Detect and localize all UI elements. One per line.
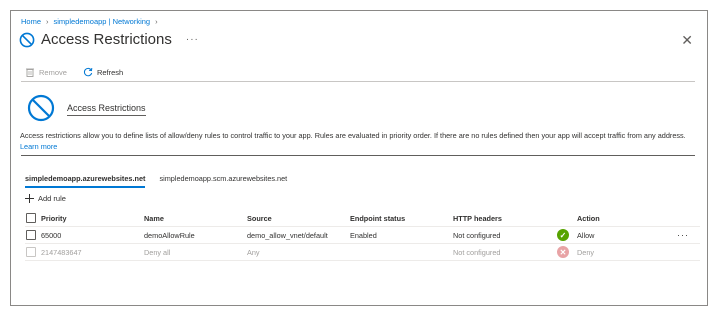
cell-name: demoAllowRule [144, 230, 195, 240]
divider [21, 155, 695, 156]
cell-source: Any [247, 247, 260, 257]
description-text: Access restrictions allow you to define … [20, 131, 686, 140]
cell-name: Deny all [144, 247, 171, 257]
hero-section: Access Restrictions [27, 94, 146, 122]
breadcrumb: Home › simpledemoapp | Networking › [21, 17, 158, 26]
refresh-icon [83, 67, 93, 77]
breadcrumb-home[interactable]: Home [21, 17, 41, 26]
cell-endpoint-status: Enabled [350, 230, 377, 240]
cell-action: Deny [577, 247, 595, 257]
table-row[interactable]: 65000 demoAllowRule demo_allow_vnet/defa… [25, 227, 700, 244]
chevron-right-icon: › [155, 17, 158, 26]
page-title: Access Restrictions [41, 31, 172, 48]
header-http-headers[interactable]: HTTP headers [453, 210, 502, 226]
tab-bar: simpledemoapp.azurewebsites.net simplede… [25, 174, 287, 188]
section-title: Access Restrictions [67, 103, 146, 116]
rules-table: Priority Name Source Endpoint status HTT… [25, 210, 700, 261]
more-options-icon[interactable]: ··· [677, 227, 689, 243]
header-name[interactable]: Name [144, 210, 164, 226]
blade-panel: Home › simpledemoapp | Networking › Acce… [10, 10, 708, 306]
tab-scm-site[interactable]: simpledemoapp.scm.azurewebsites.net [159, 174, 287, 188]
refresh-button[interactable]: Refresh [97, 68, 123, 77]
chevron-right-icon: › [46, 17, 49, 26]
more-options-icon[interactable]: ··· [186, 34, 199, 45]
blocked-icon [27, 94, 55, 122]
header-endpoint-status[interactable]: Endpoint status [350, 210, 405, 226]
toolbar: Remove Refresh [25, 67, 123, 77]
learn-more-link[interactable]: Learn more [20, 142, 57, 151]
header-action[interactable]: Action [577, 210, 600, 226]
title-bar: Access Restrictions ··· [19, 31, 199, 48]
add-rule-button[interactable]: Add rule [25, 194, 66, 203]
header-source[interactable]: Source [247, 210, 272, 226]
cell-source: demo_allow_vnet/default [247, 230, 328, 240]
divider [21, 81, 695, 82]
cell-action: Allow [577, 230, 595, 240]
cell-priority: 2147483647 [41, 247, 82, 257]
blocked-icon [19, 32, 35, 47]
row-checkbox[interactable] [26, 230, 36, 240]
check-icon: ✓ [557, 229, 569, 241]
trash-icon [26, 68, 34, 77]
x-icon: ✕ [557, 246, 569, 258]
plus-icon [25, 194, 34, 203]
add-rule-label: Add rule [38, 194, 66, 203]
description: Access restrictions allow you to define … [20, 131, 702, 152]
close-icon[interactable]: ✕ [681, 33, 693, 47]
tab-main-site[interactable]: simpledemoapp.azurewebsites.net [25, 174, 146, 188]
row-checkbox [26, 247, 36, 257]
breadcrumb-networking[interactable]: simpledemoapp | Networking [54, 17, 151, 26]
cell-http-headers: Not configured [453, 247, 501, 257]
table-row[interactable]: 2147483647 Deny all Any Not configured ✕… [25, 244, 700, 261]
table-header-row: Priority Name Source Endpoint status HTT… [25, 210, 700, 227]
select-all-checkbox[interactable] [26, 213, 36, 223]
cell-priority: 65000 [41, 230, 62, 240]
remove-button[interactable]: Remove [39, 68, 67, 77]
header-priority[interactable]: Priority [41, 210, 67, 226]
cell-http-headers: Not configured [453, 230, 501, 240]
